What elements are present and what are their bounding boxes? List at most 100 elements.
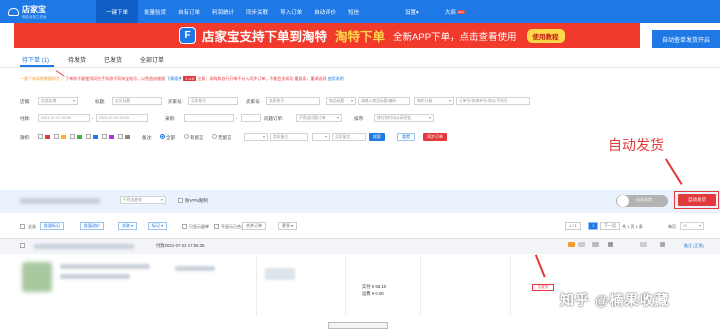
per-page-label: 每页 <box>668 224 676 229</box>
auto-check-ship-button[interactable]: 自动查单发货开启 <box>652 30 720 48</box>
issue-select[interactable]: 不筛选问题订单 <box>296 114 342 122</box>
seller-memo-select[interactable] <box>244 133 268 141</box>
flag-checkbox-purple[interactable] <box>102 134 107 139</box>
more-menu-button[interactable]: 更多 ▾ <box>278 222 298 230</box>
flag-checkbox-gray[interactable] <box>118 134 123 139</box>
blurred-order-no <box>34 244 134 249</box>
tab-pending-ship[interactable]: 待发货 <box>68 55 86 64</box>
select-all-label: 全选 <box>28 224 36 229</box>
notice-bar: 一键下单采购数据同步， 下单前不要使用同台手机改不同淘宝账号，以免造成被限 下载… <box>20 76 344 82</box>
tab-all-orders[interactable]: 全部订单 <box>140 55 164 64</box>
store-select[interactable]: 全部店铺 <box>38 97 78 105</box>
title-label: 标题: <box>95 99 106 104</box>
pin-icon[interactable] <box>660 242 665 247</box>
auto-ship-button[interactable]: 自动发货 <box>678 194 716 206</box>
notice-sync: 一键下单采购数据同步， <box>20 76 64 81</box>
product-input[interactable]: 请输入商品标题/编码 <box>358 97 410 105</box>
batch-mark-button[interactable]: 批量标记 <box>40 222 64 230</box>
next-page-button[interactable]: 下一页 <box>600 222 620 230</box>
merge-orders-button[interactable]: 合并订单 <box>242 222 266 230</box>
user-menu[interactable]: 大辰 new <box>445 0 465 23</box>
per-page-select[interactable]: 10 <box>680 222 704 230</box>
nav-tab-one-click-order[interactable]: 一键下单 <box>96 0 139 23</box>
cloud-icon <box>8 7 19 16</box>
remark-option-has: 有留言 <box>190 135 204 140</box>
promo-banner[interactable]: F 店家宝支持下单到淘特 淘特下单 全新APP下单，点击查看使用 使用教程 <box>14 23 640 48</box>
flag-checkbox-red[interactable] <box>38 134 43 139</box>
search-button[interactable]: 搜索 <box>369 133 385 141</box>
download-plugin-link[interactable]: 下载插件 <box>166 76 182 81</box>
remark-radio-has[interactable] <box>184 134 189 139</box>
flag-checkbox-yellow[interactable] <box>54 134 59 139</box>
product-type-select[interactable]: 商品标题 <box>326 97 356 105</box>
flag-checkbox-blue[interactable] <box>86 134 91 139</box>
blurred-price <box>175 266 215 271</box>
seller-memo-input[interactable]: 卖家备注 <box>270 133 308 141</box>
title-input[interactable]: 宝贝标题 <box>112 97 162 105</box>
hide-checkbox[interactable] <box>182 224 187 229</box>
sort-label: 排序: <box>354 116 365 121</box>
nav-tab-sync[interactable]: 同步关联 <box>240 0 274 23</box>
settings-menu[interactable]: 设置▾ <box>405 0 419 23</box>
order-checkbox[interactable] <box>20 243 25 248</box>
sync-orders-button[interactable]: 同步订单 <box>423 133 447 141</box>
flag-icon[interactable] <box>608 242 613 247</box>
tutorial-button[interactable]: 使用教程 <box>526 28 565 43</box>
remark-label: 备注: <box>142 135 153 140</box>
total-info: 共 1 页 1 条 <box>622 224 643 230</box>
date-from-input[interactable]: 2021-07-07 00:00 <box>38 114 90 122</box>
top-nav: 店家宝 网店业务工作台 一键下单 批量验货 自有订单 利润统计 同步关联 导入订… <box>0 0 720 23</box>
buyer-label: 买家号: <box>168 99 183 104</box>
merged-checkbox[interactable] <box>214 224 219 229</box>
nav-tab-profit[interactable]: 利润统计 <box>206 0 240 23</box>
nav-tab-import[interactable]: 导入订单 <box>274 0 308 23</box>
column-divider <box>256 256 257 316</box>
current-page-button[interactable]: 1 <box>588 222 599 230</box>
doc-icon[interactable] <box>578 242 585 247</box>
product-thumbnail[interactable] <box>22 262 52 292</box>
sort-select[interactable]: 按付款时间从高到低 <box>374 114 434 122</box>
orange-tag-icon[interactable] <box>568 242 575 247</box>
flag-type-select[interactable]: 旗帜计量 <box>414 97 454 105</box>
mark-menu-button[interactable]: 标记 ▾ <box>148 222 168 230</box>
remark-link[interactable]: 备注 (正常) <box>684 243 704 249</box>
blue-flag-icon <box>93 135 98 139</box>
nav-tab-auto-review[interactable]: 自动评价 <box>308 0 342 23</box>
flag-checkbox-green[interactable] <box>70 134 75 139</box>
purchase-input[interactable] <box>184 114 234 122</box>
batch-price-button[interactable]: 批量改价 <box>80 222 104 230</box>
nav-tab-own-orders[interactable]: 自有订单 <box>172 0 206 23</box>
ship-button[interactable]: 去发货 <box>532 284 554 291</box>
order-paid-time: 付款2021-07-22 17:55:35 <box>156 243 205 248</box>
purchase-to-input[interactable] <box>241 114 261 122</box>
link-menu-button[interactable]: 关联 ▾ <box>118 222 138 230</box>
date-to-input[interactable]: 2021-07-22 23:59 <box>96 114 148 122</box>
tab-pending-order[interactable]: 待下单 (1) <box>22 55 49 64</box>
blurred-product-title <box>60 264 150 269</box>
chat-icon[interactable] <box>592 242 599 247</box>
seller-label: 卖家号: <box>246 99 261 104</box>
bottom-pager[interactable] <box>328 322 388 329</box>
remark-radio-none[interactable] <box>212 134 217 139</box>
seller-input[interactable]: 卖家账号 <box>266 97 320 105</box>
buyer-memo-input[interactable]: 买家留言 <box>332 133 366 141</box>
message-icon[interactable] <box>640 242 647 247</box>
buyer-input[interactable]: 买家账号 <box>188 97 238 105</box>
app-root: 店家宝 网店业务工作台 一键下单 批量验货 自有订单 利润统计 同步关联 导入订… <box>0 0 720 329</box>
remark-option-none: 无留言 <box>218 135 232 140</box>
red-flag-icon <box>45 135 50 139</box>
instructions-link[interactable]: 使用说明 <box>328 76 344 81</box>
watermark: 知乎 @楠果收藏 <box>560 292 670 308</box>
buyer-memo-select[interactable] <box>312 133 330 141</box>
reset-button[interactable]: 重置 <box>397 133 415 141</box>
vpn-label: 防VPN限制 <box>185 198 208 203</box>
keyword-input[interactable]: 订单号/快递单号/地址/手机号 <box>456 97 530 105</box>
nav-tab-sms[interactable]: 短信 <box>342 0 365 23</box>
select-all-checkbox[interactable] <box>20 224 25 229</box>
logo[interactable]: 店家宝 网店业务工作台 <box>0 0 96 23</box>
vpn-checkbox[interactable] <box>178 198 183 203</box>
remark-radio-all[interactable] <box>160 134 165 139</box>
tab-shipped[interactable]: 已发货 <box>104 55 122 64</box>
package-select[interactable]: 不筛选套餐 <box>120 196 166 204</box>
nav-tab-batch-check[interactable]: 批量验货 <box>138 0 172 23</box>
